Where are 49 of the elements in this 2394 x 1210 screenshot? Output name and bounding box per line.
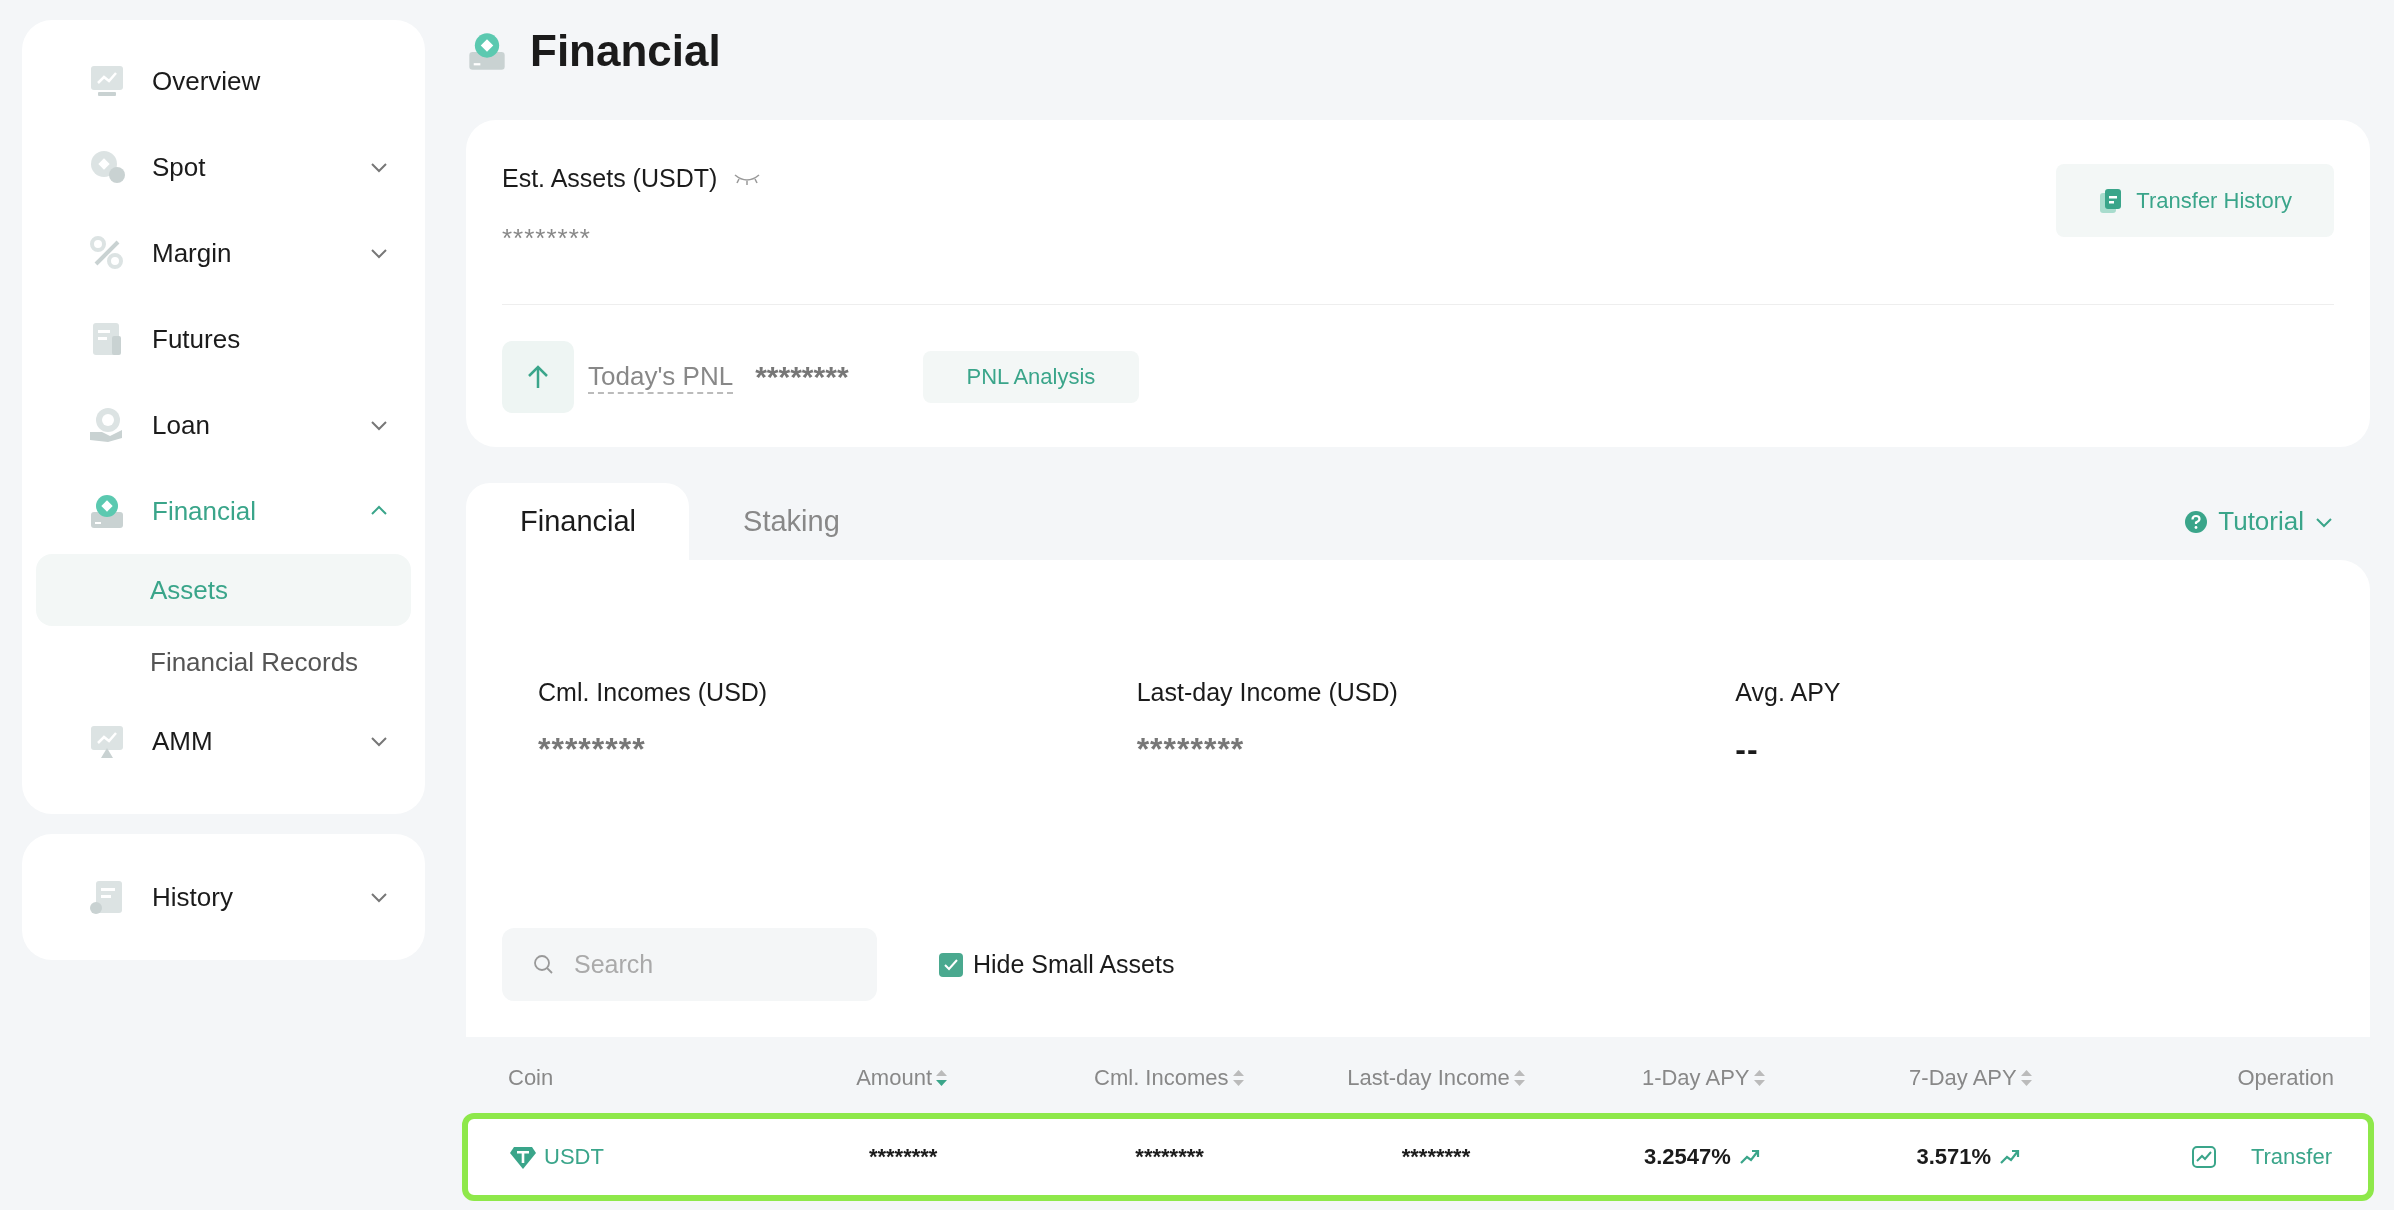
sort-icon[interactable] (936, 1070, 947, 1086)
sidebar-item[interactable]: Futures (36, 296, 411, 382)
stat-value: ******** (1136, 731, 1246, 768)
sort-icon[interactable] (1513, 1070, 1525, 1086)
column-header: Last-day Income (1347, 1065, 1510, 1091)
table-cell: ******** (1135, 1144, 1204, 1170)
checkbox-label[interactable]: Hide Small Assets (973, 950, 1175, 979)
column-header: 7-Day APY (1909, 1065, 2017, 1091)
table-cell: ******** (1401, 1144, 1471, 1170)
apy-value: 3.571% (1916, 1144, 1992, 1170)
search-field[interactable]: Search (502, 928, 877, 1001)
column-header: 1-Day APY (1641, 1065, 1750, 1091)
column-header: Coin (508, 1065, 554, 1091)
sidebar-item[interactable]: AMM (36, 698, 411, 784)
column-header: Operation (2237, 1065, 2334, 1091)
sort-icon[interactable] (1753, 1070, 1765, 1086)
chart-icon (2190, 1144, 2217, 1170)
stat-value: -- (1735, 731, 1760, 768)
percent-icon (88, 234, 126, 272)
coin-tray-icon (466, 30, 508, 72)
stat-label: Last-day Income (USD) (1136, 678, 1399, 707)
column-header: Amount (856, 1065, 932, 1091)
est-assets-value: ******** (502, 223, 592, 254)
stat-value: ******** (538, 731, 647, 768)
table-row[interactable]: USDT ******** ******** ******** 3.2547% 3.571% Transfer (462, 1113, 2374, 1201)
sidebar-item[interactable]: Overview (36, 38, 411, 124)
pnl-value: ******** (755, 360, 849, 394)
checkbox[interactable] (939, 952, 963, 977)
page-title: Financial (530, 26, 721, 76)
tab[interactable]: Financial (466, 483, 690, 560)
tether-icon (510, 1145, 536, 1169)
sidebar-item[interactable]: Loan (36, 382, 411, 468)
est-assets-label: Est. Assets (USDT) (502, 164, 718, 193)
stat-label: Cml. Incomes (USD) (538, 678, 769, 707)
column-header: Cml. Incomes (1094, 1065, 1229, 1091)
apy-value: 3.2547% (1643, 1144, 1731, 1170)
stat-label: Avg. APY (1735, 678, 1842, 707)
sort-icon[interactable] (1232, 1070, 1244, 1086)
sidebar-item[interactable]: Margin (36, 210, 411, 296)
question-icon (2184, 509, 2209, 534)
table-cell: ******** (868, 1144, 938, 1170)
sort-icon[interactable] (2020, 1070, 2032, 1086)
coin-tray-icon (88, 492, 126, 530)
pnl-label[interactable]: Today's PNL (588, 360, 734, 394)
sidebar-item[interactable]: Spot (36, 124, 411, 210)
coins-icon (88, 148, 126, 186)
coin-name: USDT (544, 1144, 604, 1170)
sidebar-item[interactable]: History (36, 854, 411, 940)
sidebar-subitem[interactable]: Financial Records (36, 626, 411, 698)
